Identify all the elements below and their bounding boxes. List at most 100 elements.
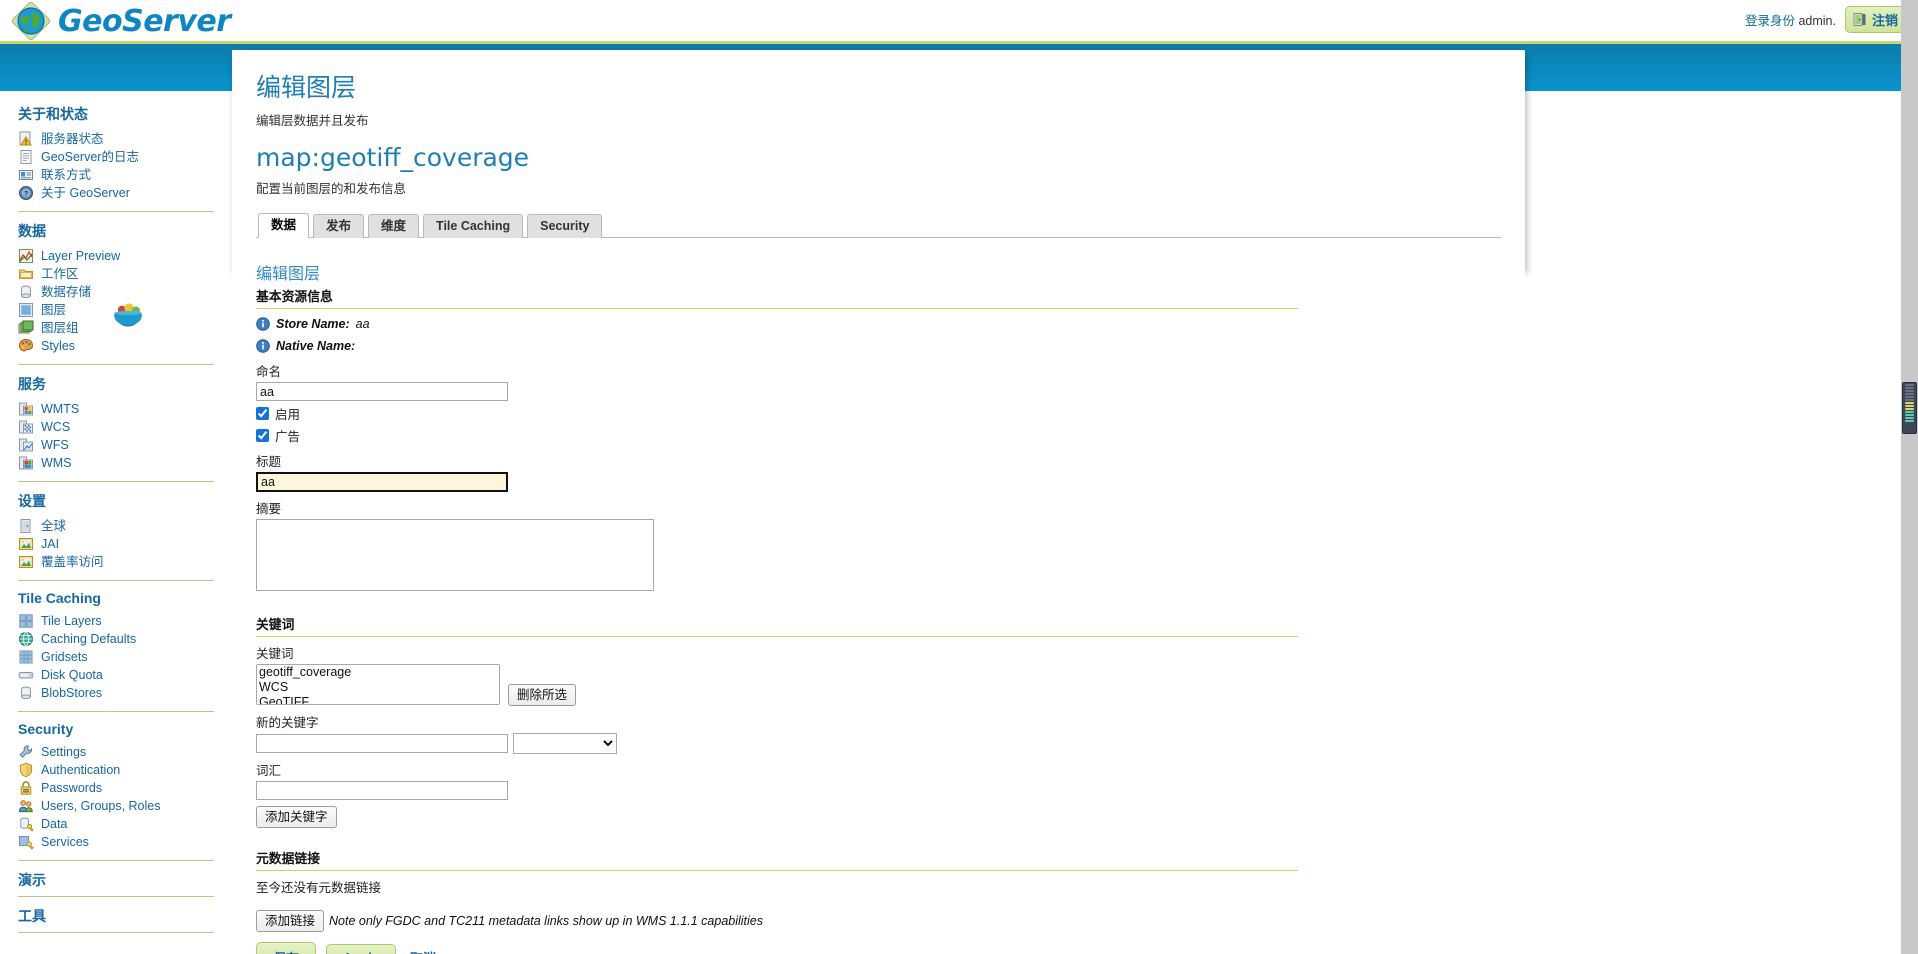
tab-publishing[interactable]: 发布 [313,214,365,238]
logo[interactable]: GeoServer [11,1,231,41]
sidebar-item-label: Authentication [41,763,121,777]
metadata-link-row: 添加链接 Note only FGDC and TC211 metadata l… [256,910,1501,932]
sidebar-divider [18,711,214,712]
sidebar-item-wcs[interactable]: WCS [18,418,232,436]
sidebar-divider [18,211,214,212]
abstract-field-label: 摘要 [256,502,282,516]
sidebar-item-settings[interactable]: Settings [18,743,232,761]
login-area: 登录身份 admin. 注销 [1745,6,1908,33]
services-key-icon [18,834,34,850]
sidebar-item-label: 覆盖率访问 [41,555,104,569]
help-globe-icon: ? [18,185,34,201]
sidebar-item-tile-layers[interactable]: Tile Layers [18,612,232,630]
sidebar-divider [18,364,214,365]
enabled-checkbox[interactable] [256,407,269,420]
sidebar-section-title: 设置 [18,493,46,509]
sidebar-divider [18,481,214,482]
sidebar-item-users-groups-roles[interactable]: Users, Groups, Roles [18,797,232,815]
sidebar-item-jai[interactable]: JAI [18,535,232,553]
save-button[interactable]: 保存 [256,942,317,954]
apply-button[interactable]: Apply [326,944,397,954]
scrollbar-thumb[interactable] [1902,382,1917,434]
keyword-option[interactable]: GeoTIFF [257,695,499,705]
vocabulary-field-label: 词汇 [256,764,282,778]
enabled-checkbox-row[interactable]: 启用 [256,404,1501,423]
keyword-option[interactable]: geotiff_coverage [257,665,499,680]
login-status: 登录身份 admin. [1745,10,1836,29]
sidebar-item-services[interactable]: Services [18,833,232,851]
sidebar-item-label: 关于 GeoServer [41,186,130,200]
title-field-label: 标题 [256,455,282,469]
sidebar-item-wfs[interactable]: WFS [18,436,232,454]
sidebar-item-label: Disk Quota [41,668,103,682]
sidebar-item-label: Styles [41,339,76,353]
contact-card-icon [18,167,34,183]
title-input[interactable] [256,472,508,492]
logout-button[interactable]: 注销 [1844,6,1908,33]
keywords-section-heading: 关键词 [256,614,1298,637]
sidebar-item-label: Layer Preview [41,249,121,263]
service-wmts-icon [18,401,34,417]
vocabulary-input[interactable] [256,781,508,800]
tab-security[interactable]: Security [527,214,603,238]
advertised-checkbox-row[interactable]: 广告 [256,426,1501,445]
sidebar-item-contact[interactable]: 联系方式 [18,166,232,184]
disk-quota-icon [18,667,34,683]
add-keyword-button[interactable]: 添加关键字 [256,806,337,828]
sidebar-item-authentication[interactable]: Authentication [18,761,232,779]
tab-tile-caching[interactable]: Tile Caching [423,214,524,238]
page-scrollbar[interactable] [1901,0,1918,954]
advertised-label: 广告 [275,430,301,444]
sidebar-item-label: Passwords [41,781,103,795]
sidebar-item-gridsets[interactable]: Gridsets [18,648,232,666]
add-link-button[interactable]: 添加链接 [256,910,325,932]
keywords-listbox[interactable]: geotiff_coverage WCS GeoTIFF [256,664,500,705]
sidebar-item-server-status[interactable]: 服务器状态 [18,130,232,148]
sidebar-item-disk-quota[interactable]: Disk Quota [18,666,232,684]
login-prefix: 登录身份 [1744,14,1795,28]
sidebar-section-security: Settings Authentication Passwords Users,… [18,743,232,851]
tab-dimensions[interactable]: 维度 [368,214,420,238]
sidebar-item-blobstores[interactable]: BlobStores [18,684,232,702]
sidebar-item-global[interactable]: 全球 [18,517,232,535]
sidebar-item-styles[interactable]: Styles [18,337,232,355]
logo-text: GeoServer [58,3,231,39]
sidebar-section-title[interactable]: 工具 [18,906,232,926]
sidebar-item-wmts[interactable]: WMTS [18,400,232,418]
info-icon [256,317,270,331]
remove-selected-button[interactable]: 删除所选 [508,684,577,706]
new-keyword-language-select[interactable] [513,733,617,754]
abstract-textarea[interactable] [256,519,654,591]
sidebar-item-label: WMS [41,456,72,470]
sidebar-item-datastores[interactable]: 数据存储 [18,283,232,301]
sidebar-item-data[interactable]: Data [18,815,232,833]
cancel-link[interactable]: 取消 [406,943,440,954]
sidebar-item-label: 图层组 [41,321,79,335]
sidebar-item-geoserver-logs[interactable]: GeoServer的日志 [18,148,232,166]
sidebar-item-wms[interactable]: WMS [18,454,232,472]
wrench-icon [18,744,34,760]
sidebar-item-workspaces[interactable]: 工作区 [18,265,232,283]
global-settings-icon [18,518,34,534]
keyword-option[interactable]: WCS [257,680,499,695]
form-heading: 编辑图层 [256,264,321,283]
sidebar-item-caching-defaults[interactable]: Caching Defaults [18,630,232,648]
sidebar-item-label: Users, Groups, Roles [41,799,161,813]
sidebar-section-title[interactable]: 演示 [18,870,232,890]
layer-edit-form: 编辑图层 基本资源信息 Store Name: aa Native Name: … [256,238,1501,954]
sidebar-item-layer-preview[interactable]: Layer Preview [18,247,232,265]
new-keyword-input[interactable] [256,734,508,753]
tab-data[interactable]: 数据 [258,213,310,238]
document-icon [18,149,34,165]
sidebar-item-passwords[interactable]: Passwords [18,779,232,797]
sidebar-item-label: WFS [41,438,69,452]
sidebar-item-label: 服务器状态 [41,132,104,146]
name-input[interactable] [256,382,508,401]
sidebar-item-coverage-access[interactable]: 覆盖率访问 [18,553,232,571]
sidebar-item-about-geoserver[interactable]: ? 关于 GeoServer [18,184,232,202]
tab-bar: 数据 发布 维度 Tile Caching Security [256,213,1501,238]
advertised-checkbox[interactable] [256,429,269,442]
sidebar-divider [18,580,214,581]
metadata-note: Note only FGDC and TC211 metadata links … [329,914,764,928]
sidebar-item-label: Caching Defaults [41,632,137,646]
